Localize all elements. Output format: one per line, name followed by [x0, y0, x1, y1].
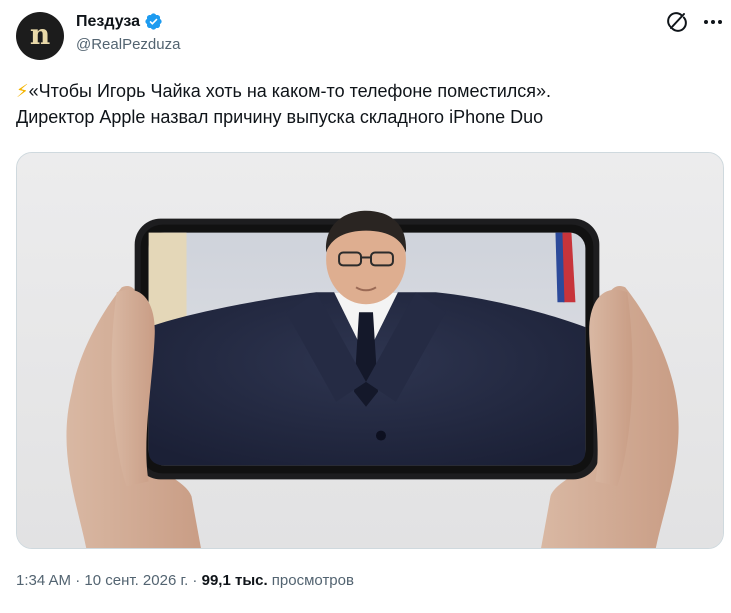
meta-separator: ·: [188, 572, 202, 589]
more-icon: [704, 20, 722, 24]
tweet-line-2: Директор Apple назвал причину выпуска ск…: [16, 107, 544, 127]
author-name[interactable]: Пездуза: [76, 13, 140, 31]
tweet-image[interactable]: [16, 152, 724, 549]
lightning-emoji: ⚡: [16, 81, 29, 101]
author-row: Пездуза: [76, 12, 163, 31]
avatar-logo: n: [29, 18, 51, 51]
meta-separator: ·: [71, 572, 85, 589]
tweet-text: ⚡«Чтобы Игорь Чайка хоть на каком-то тел…: [16, 78, 716, 130]
grok-button[interactable]: [665, 10, 689, 34]
tweet-line-1-text: «Чтобы Игорь Чайка хоть на каком-то теле…: [28, 81, 552, 101]
more-button[interactable]: [701, 10, 725, 34]
phone-in-hands-image: [17, 153, 723, 548]
avatar[interactable]: n: [16, 12, 64, 60]
views-label: просмотров: [267, 572, 354, 589]
tweet-time[interactable]: 1:34 AM: [16, 572, 71, 589]
tweet-date[interactable]: 10 сент. 2026 г.: [84, 572, 188, 589]
author-handle[interactable]: @RealPezduza: [76, 36, 180, 53]
views-count: 99,1 тыс.: [201, 572, 268, 589]
tweet-meta: 1:34 AM · 10 сент. 2026 г. · 99,1 тыс. п…: [16, 572, 354, 589]
grok-icon: [667, 12, 687, 32]
tweet-line-1: ⚡«Чтобы Игорь Чайка хоть на каком-то тел…: [16, 78, 716, 104]
verified-badge-icon: [145, 13, 162, 30]
